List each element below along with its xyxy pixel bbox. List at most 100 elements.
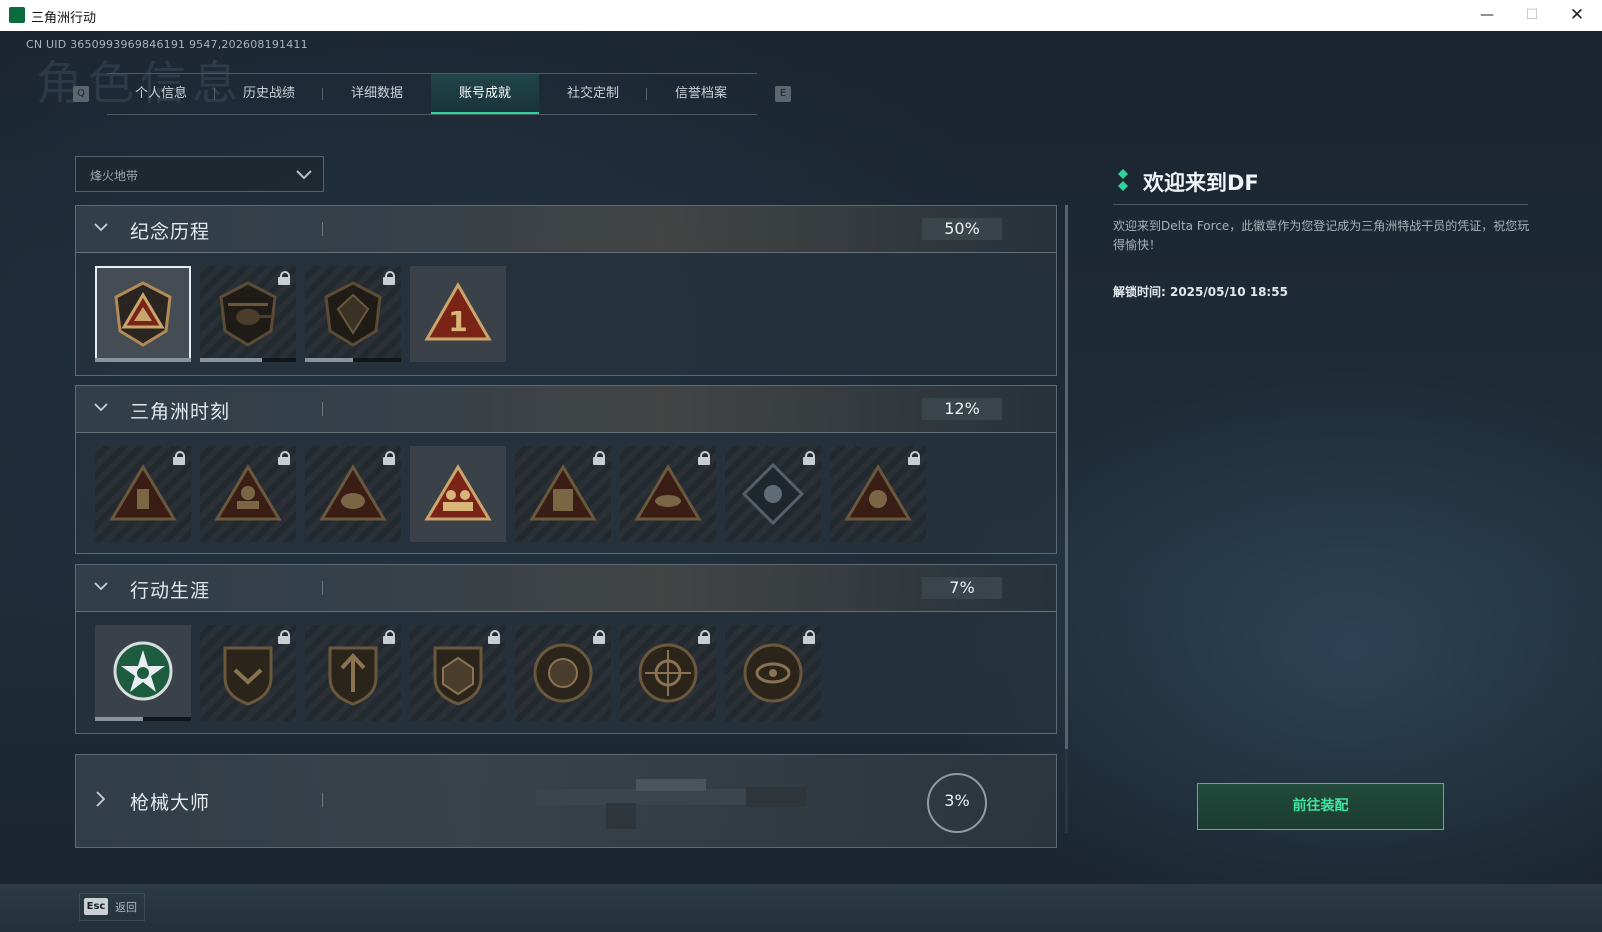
tab-prev-key[interactable]: Q <box>73 86 89 102</box>
badge-tile[interactable] <box>200 625 296 721</box>
lock-icon <box>488 630 500 644</box>
lock-icon <box>173 451 185 465</box>
badge-tile[interactable] <box>305 446 401 542</box>
badge-tile[interactable] <box>620 625 716 721</box>
close-button[interactable]: ✕ <box>1557 4 1597 26</box>
header-divider <box>322 222 323 236</box>
badge-tile[interactable]: 1 <box>410 266 506 362</box>
maximize-button[interactable]: ☐ <box>1512 4 1552 26</box>
lock-icon <box>383 451 395 465</box>
badge-progress <box>95 358 191 362</box>
tab-bar: 个人信息 历史战绩 详细数据 账号成就 社交定制 信誉档案 <box>107 73 757 115</box>
lock-icon <box>278 451 290 465</box>
tab-social-custom[interactable]: 社交定制 <box>539 74 647 114</box>
lock-icon <box>383 271 395 285</box>
soldier-triangle-badge-icon <box>109 464 177 521</box>
beast-triangle-badge-icon <box>844 464 912 521</box>
uid-label: CN UID 3650993969846191 9547,20260819141… <box>26 38 308 51</box>
minimize-button[interactable]: — <box>1467 4 1507 26</box>
header-divider <box>322 402 323 416</box>
badge-tile[interactable] <box>95 625 191 721</box>
diamond-badge-icon <box>741 462 805 526</box>
star-wreath-badge-icon <box>113 641 173 701</box>
chevron-down-icon[interactable] <box>92 398 110 416</box>
badge-tile[interactable] <box>305 266 401 362</box>
runner-triangle-badge-icon <box>214 464 282 521</box>
tab-match-history[interactable]: 历史战绩 <box>215 74 323 114</box>
badge-tile[interactable] <box>200 266 296 362</box>
category-gun-master[interactable]: 枪械大师 3% <box>75 754 1057 848</box>
lock-icon <box>383 630 395 644</box>
esc-key: Esc <box>84 898 108 915</box>
badge-progress <box>305 358 401 362</box>
scrollbar-thumb[interactable] <box>1065 205 1068 749</box>
badge-tile[interactable] <box>830 446 926 542</box>
tab-label: 个人信息 <box>134 86 187 101</box>
badge-tile[interactable] <box>95 266 191 362</box>
rifle-illustration <box>536 779 806 829</box>
tab-next-key[interactable]: E <box>775 86 791 102</box>
footer-bar <box>0 884 1602 932</box>
mode-select[interactable]: 烽火地带 <box>75 156 324 192</box>
tab-credit-record[interactable]: 信誉档案 <box>647 74 755 114</box>
tab-achievements[interactable]: 账号成就 <box>431 74 539 114</box>
chevron-right-icon[interactable] <box>94 789 108 809</box>
lock-icon <box>593 630 605 644</box>
badge-grid: 1 <box>76 252 1056 375</box>
badge-tile[interactable] <box>410 625 506 721</box>
detail-divider <box>1113 204 1528 205</box>
category-header[interactable]: 行动生涯 7% <box>76 565 1056 612</box>
badge-tile[interactable] <box>725 446 821 542</box>
header-divider <box>322 793 323 807</box>
seal-badge-icon <box>533 643 593 703</box>
diamond-marker-icon <box>1118 169 1128 191</box>
go-equip-button[interactable]: 前往装配 <box>1197 783 1444 830</box>
badge-tile[interactable] <box>725 625 821 721</box>
achievement-title: 欢迎来到DF <box>1143 171 1259 195</box>
badge-progress <box>95 717 191 721</box>
lock-icon <box>593 451 605 465</box>
badge-grid <box>76 432 1056 553</box>
crosshair-badge-icon <box>638 643 698 703</box>
badge-tile[interactable] <box>200 446 296 542</box>
category-title: 行动生涯 <box>130 580 211 602</box>
header-divider <box>322 581 323 595</box>
chevron-down-icon[interactable] <box>92 218 110 236</box>
dice-shield-badge-icon <box>433 646 483 706</box>
badge-tile[interactable] <box>95 446 191 542</box>
badge-tile[interactable] <box>305 625 401 721</box>
category-percent: 50% <box>922 218 1002 240</box>
chevron-shield-badge-icon <box>223 646 273 706</box>
helmet-triangle-badge-icon <box>319 464 387 521</box>
tab-label: 信誉档案 <box>674 86 727 101</box>
category-delta-moments: 三角洲时刻 12% <box>75 385 1057 554</box>
tab-detailed-stats[interactable]: 详细数据 <box>323 74 431 114</box>
progress-ring: 3% <box>927 773 987 833</box>
tab-label: 社交定制 <box>566 86 619 101</box>
badge-tile[interactable] <box>410 446 506 542</box>
helicopter-badge-icon <box>219 281 277 347</box>
lock-icon <box>698 630 710 644</box>
tab-label: 账号成就 <box>458 86 511 101</box>
main-area: 角色信息 CN UID 3650993969846191 9547,202608… <box>0 31 1602 932</box>
back-label: 返回 <box>115 901 137 914</box>
eye-badge-icon <box>743 643 803 703</box>
rank-one-triangle-badge-icon: 1 <box>424 281 492 341</box>
tab-personal-info[interactable]: 个人信息 <box>107 74 215 114</box>
chevron-down-icon <box>296 170 312 180</box>
category-header[interactable]: 纪念历程 50% <box>76 206 1056 253</box>
category-percent: 3% <box>944 791 970 810</box>
lock-icon <box>278 630 290 644</box>
category-header[interactable]: 三角洲时刻 12% <box>76 386 1056 433</box>
badge-tile[interactable] <box>620 446 716 542</box>
tab-label: 详细数据 <box>350 86 403 101</box>
category-title: 纪念历程 <box>130 221 211 243</box>
achievement-description: 欢迎来到Delta Force，此徽章作为您登记成为三角洲特战干员的凭证，祝您玩… <box>1113 219 1530 252</box>
lock-icon <box>803 630 815 644</box>
tab-label: 历史战绩 <box>242 86 295 101</box>
delta-shield-badge-icon <box>114 281 172 347</box>
badge-grid <box>76 611 1056 733</box>
chevron-down-icon[interactable] <box>92 577 110 595</box>
badge-tile[interactable] <box>515 446 611 542</box>
badge-tile[interactable] <box>515 625 611 721</box>
